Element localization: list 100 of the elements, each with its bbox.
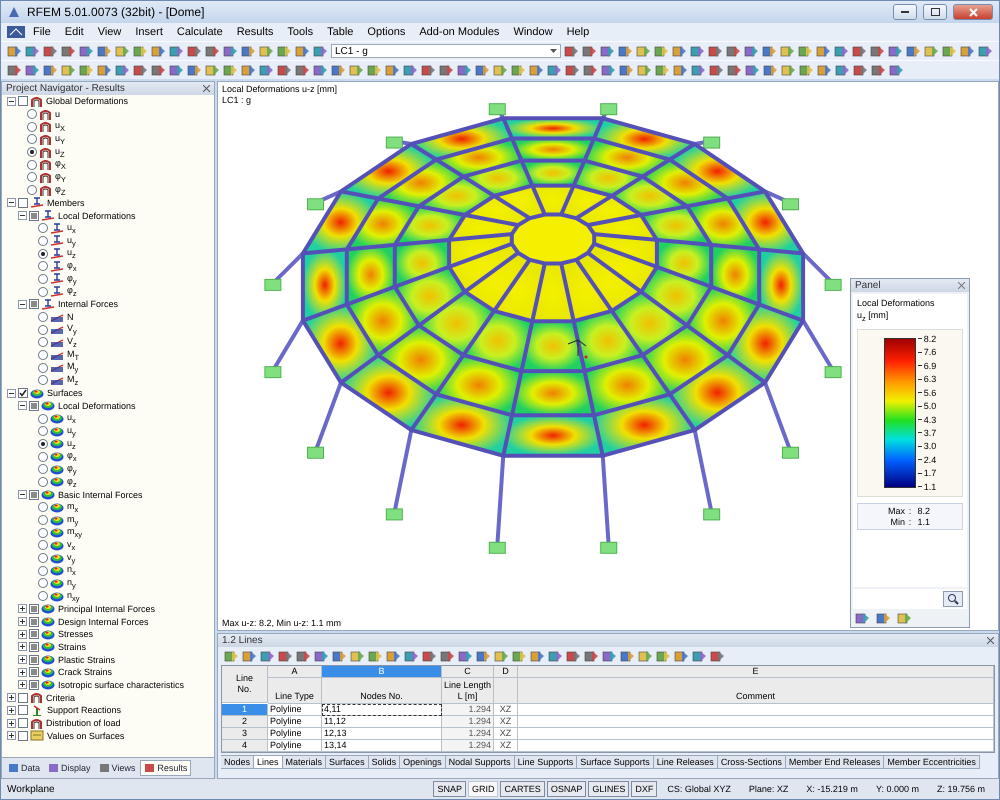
radio-button[interactable] <box>38 515 48 526</box>
toolbar-icon[interactable] <box>223 62 238 78</box>
expand-icon[interactable] <box>18 617 27 626</box>
maximize-button[interactable] <box>923 4 947 20</box>
menu-item[interactable]: Add-on Modules <box>413 25 506 39</box>
tree-item[interactable]: n$_{y}$ <box>66 577 76 590</box>
radio-button[interactable] <box>38 540 48 550</box>
toolbar-icon[interactable] <box>7 62 22 78</box>
tree-item[interactable]: Surfaces <box>46 388 83 398</box>
radio-button[interactable] <box>38 464 48 474</box>
expand-icon[interactable] <box>18 655 27 664</box>
menu-item[interactable]: Table <box>321 25 360 39</box>
toolbar-icon[interactable] <box>889 62 904 78</box>
toggle-button[interactable]: OSNAP <box>546 781 586 797</box>
document-icon[interactable] <box>7 26 25 38</box>
tree-item[interactable]: Internal Forces <box>57 299 118 310</box>
sheet-tab[interactable]: Nodal Supports <box>446 755 515 769</box>
navigator-tab[interactable]: Display <box>45 760 94 776</box>
toolbar-icon[interactable] <box>673 62 688 78</box>
radio-button[interactable] <box>38 312 48 322</box>
sheet-tab[interactable]: Member End Releases <box>786 755 884 769</box>
row-number[interactable]: 4 <box>222 740 268 752</box>
tree-item[interactable]: φ$_{Y}$ <box>54 171 66 184</box>
toolbar-icon[interactable] <box>457 62 472 78</box>
toolbar-icon[interactable] <box>547 62 562 78</box>
toolbar-icon[interactable] <box>978 44 993 58</box>
toolbar-icon[interactable] <box>187 44 202 58</box>
toolbar-icon[interactable] <box>386 648 401 664</box>
collapse-icon[interactable] <box>18 300 27 309</box>
tree-item[interactable]: Strains <box>57 642 86 652</box>
toolbar-icon[interactable] <box>960 44 975 58</box>
toolbar-icon[interactable] <box>259 62 274 78</box>
radio-button[interactable] <box>38 528 48 538</box>
toolbar-icon[interactable] <box>565 62 580 78</box>
load-case-dropdown[interactable]: LC1 - g <box>331 44 561 58</box>
toolbar-icon[interactable] <box>187 62 202 78</box>
radio-button[interactable] <box>38 236 48 246</box>
toolbar-icon[interactable] <box>404 648 419 664</box>
toolbar-icon[interactable] <box>296 648 311 664</box>
toolbar-icon[interactable] <box>151 44 166 58</box>
tree-item[interactable]: Values on Surfaces <box>46 730 124 741</box>
toolbar-icon[interactable] <box>458 648 473 664</box>
toolbar-icon[interactable] <box>566 648 581 664</box>
tree-item[interactable]: v$_{y}$ <box>66 552 76 564</box>
checkbox[interactable] <box>18 198 28 208</box>
toolbar-icon[interactable] <box>744 44 759 58</box>
toolbar-icon[interactable] <box>25 62 40 78</box>
tree-item[interactable]: M$_{T}$ <box>66 348 80 362</box>
radio-button[interactable] <box>38 350 48 360</box>
toolbar-icon[interactable] <box>870 44 885 58</box>
tree-item[interactable]: φ$_{z}$ <box>66 476 77 488</box>
expand-icon[interactable] <box>18 604 27 614</box>
tree-item[interactable]: Crack Strains <box>57 667 112 678</box>
toolbar-icon[interactable] <box>133 44 148 58</box>
tree-item[interactable]: Distribution of load <box>45 718 121 728</box>
tree-item[interactable]: u$_{y}$ <box>66 234 76 248</box>
sheet-tab[interactable]: Cross-Sections <box>718 755 786 769</box>
toolbar-icon[interactable] <box>260 648 275 664</box>
radio-button[interactable] <box>38 274 48 284</box>
tree-item[interactable]: u$_{x}$ <box>66 222 76 235</box>
toolbar-icon[interactable] <box>61 44 76 58</box>
tree-item[interactable]: Basic Internal Forces <box>57 490 143 500</box>
toolbar-icon[interactable] <box>564 44 579 58</box>
toolbar-icon[interactable] <box>277 62 292 78</box>
column-letter[interactable]: C <box>442 666 494 678</box>
toolbar-icon[interactable] <box>350 648 365 664</box>
toolbar-icon[interactable] <box>277 44 292 58</box>
toolbar-icon[interactable] <box>762 44 777 58</box>
toolbar-icon[interactable] <box>421 62 436 78</box>
menu-item[interactable]: Options <box>361 25 412 39</box>
toolbar-icon[interactable] <box>888 44 903 58</box>
toolbar-icon[interactable] <box>942 44 957 58</box>
radio-button[interactable] <box>38 375 48 386</box>
radio-button[interactable] <box>38 324 48 335</box>
menu-item[interactable]: View <box>92 25 128 39</box>
toolbar-icon[interactable] <box>780 44 795 58</box>
expand-icon[interactable] <box>7 706 16 715</box>
toolbar-icon[interactable] <box>314 648 329 664</box>
toolbar-icon[interactable] <box>205 44 220 58</box>
tree-item[interactable]: N <box>66 312 74 322</box>
toolbar-icon[interactable] <box>876 610 891 626</box>
expand-icon[interactable] <box>7 731 16 740</box>
tree-item[interactable]: u$_{y}$ <box>66 424 76 438</box>
column-letter[interactable]: A <box>268 666 322 678</box>
toolbar-icon[interactable] <box>726 44 741 58</box>
radio-button[interactable] <box>27 185 37 196</box>
tree-item[interactable]: Global Deformations <box>45 96 128 106</box>
toolbar-icon[interactable] <box>834 44 849 58</box>
toolbar-icon[interactable] <box>278 648 293 664</box>
checkbox[interactable] <box>18 730 28 741</box>
tree-item[interactable]: Members <box>46 198 85 208</box>
tree-item[interactable]: φ$_{x}$ <box>66 260 77 273</box>
toolbar-icon[interactable] <box>924 44 939 58</box>
tree-item[interactable]: n$_{xy}$ <box>66 590 80 603</box>
toolbar-icon[interactable] <box>709 62 724 78</box>
toolbar-icon[interactable] <box>817 62 832 78</box>
tree-item[interactable]: u$_{X}$ <box>54 120 66 134</box>
tree-item[interactable]: M$_{y}$ <box>66 361 78 374</box>
collapse-icon[interactable] <box>18 211 27 220</box>
toolbar-icon[interactable] <box>313 44 328 58</box>
